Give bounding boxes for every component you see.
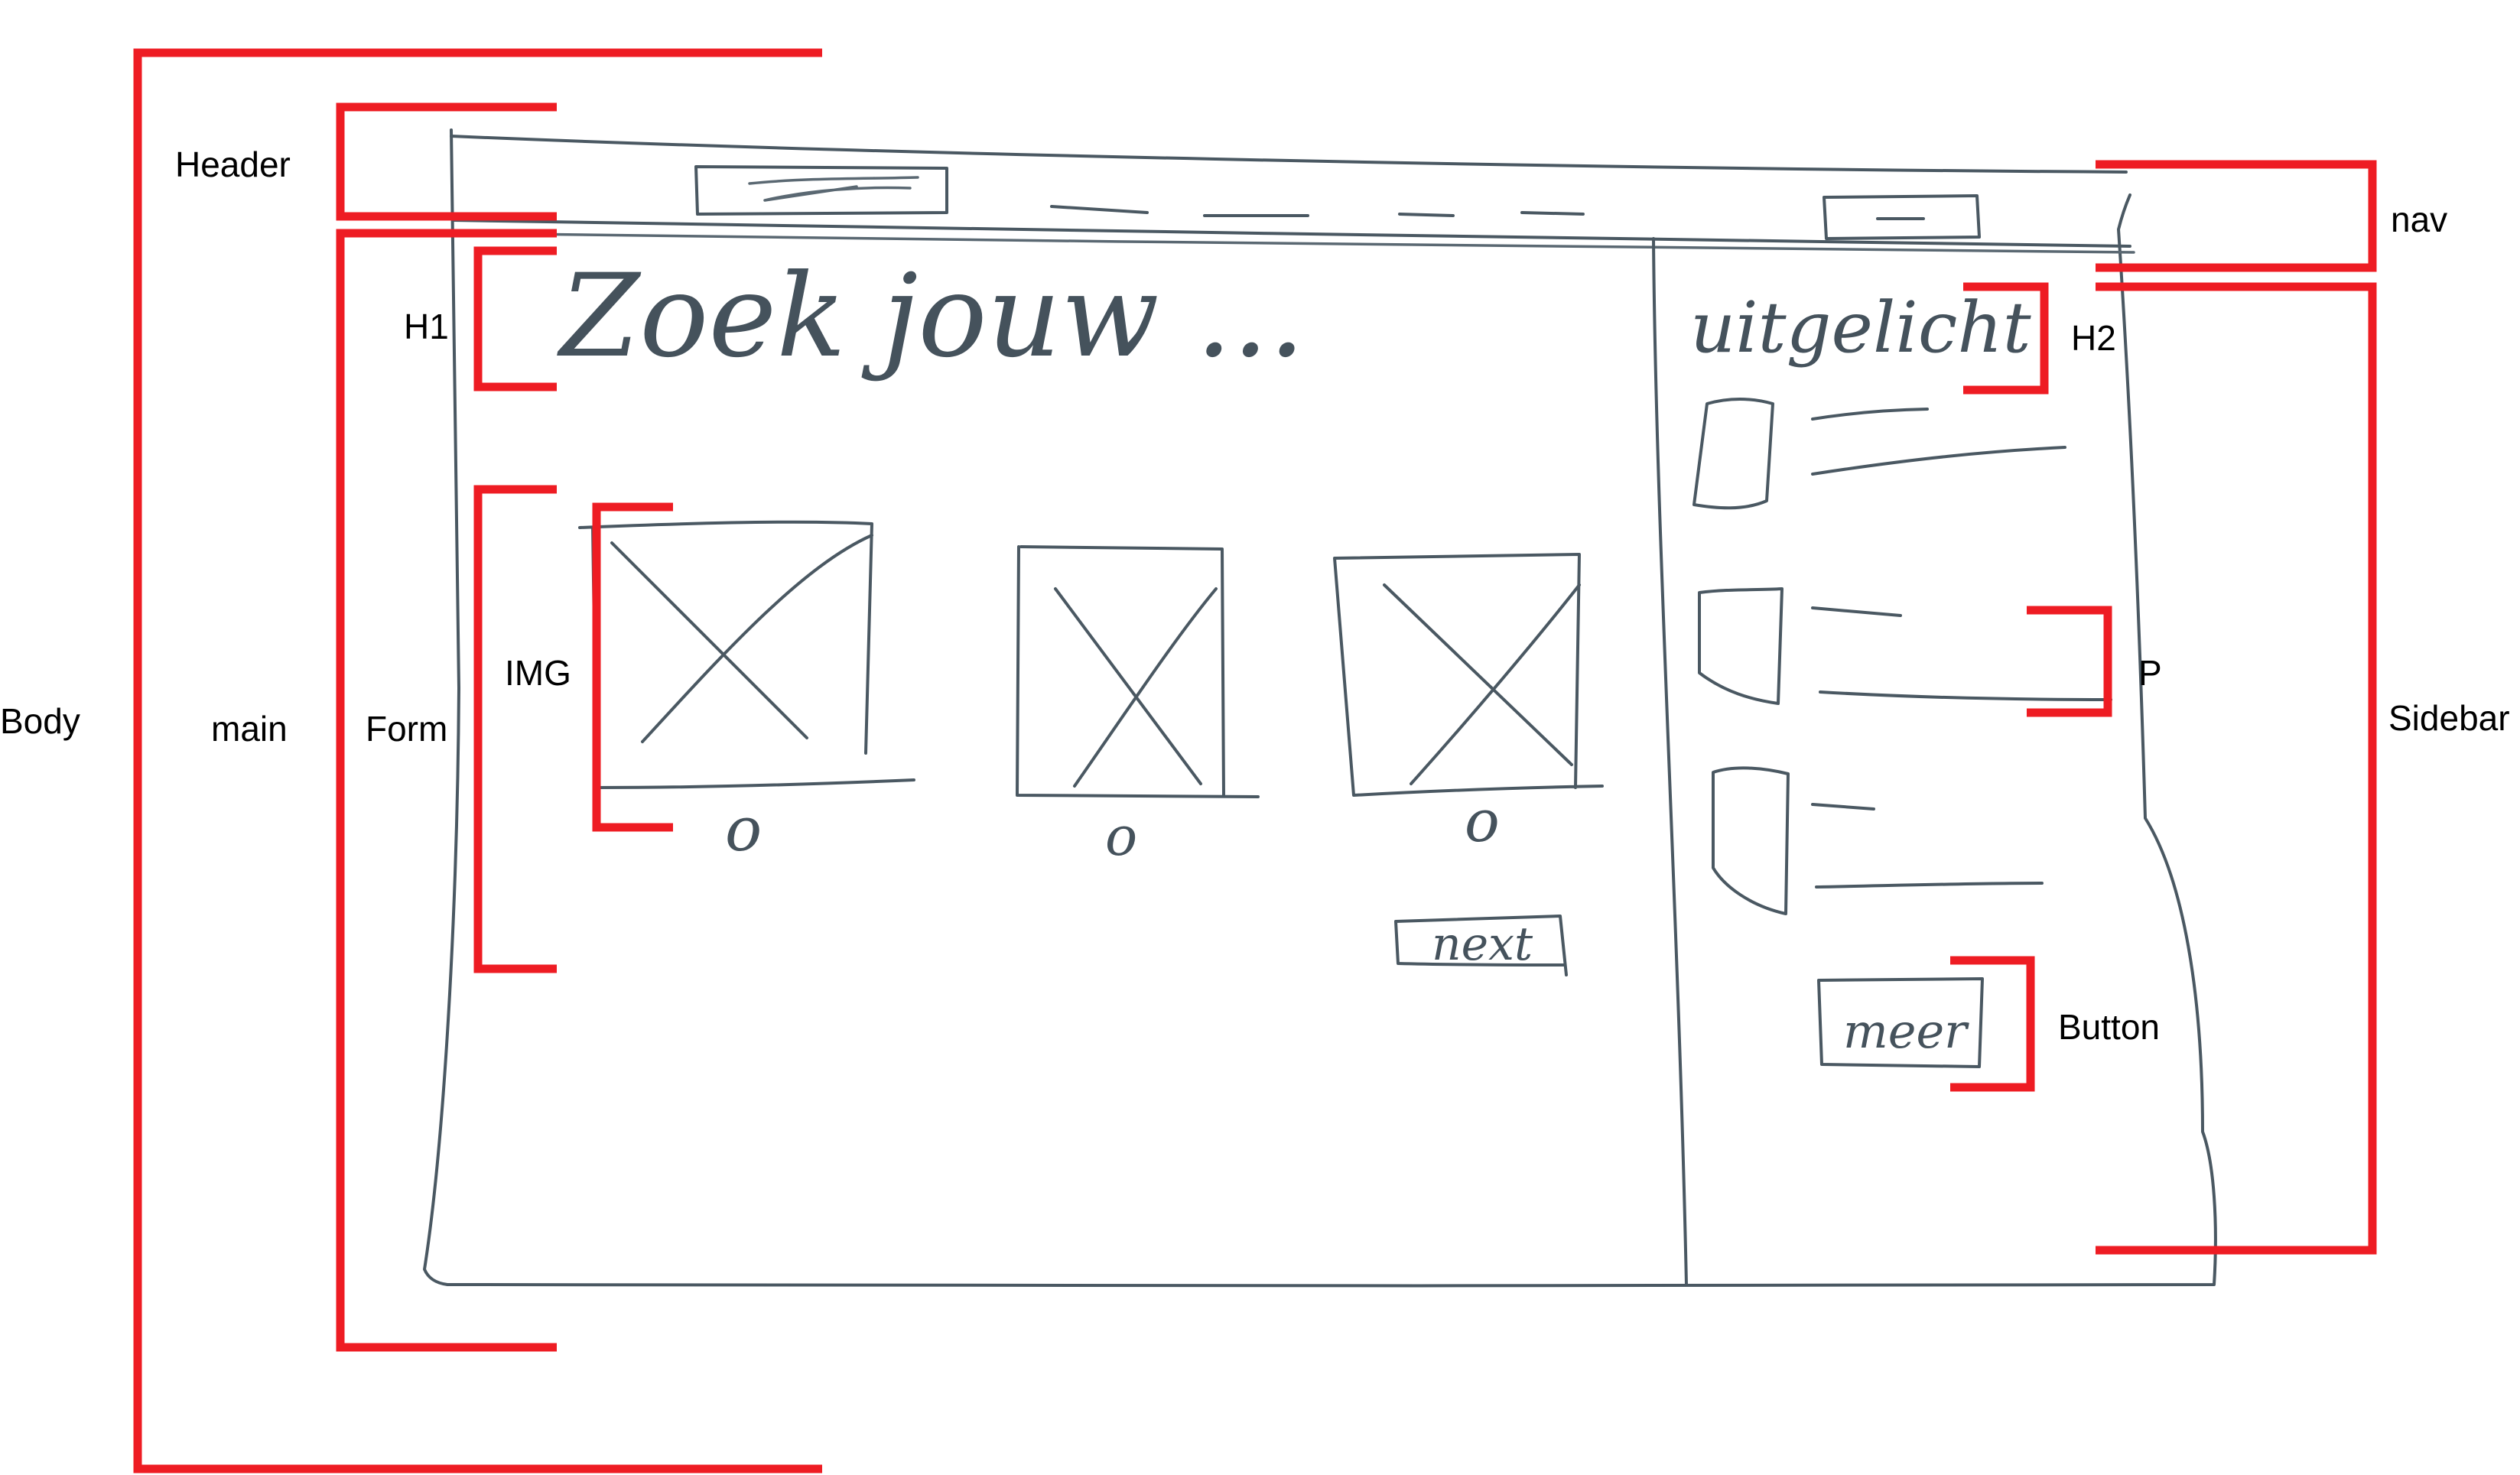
label-main: main: [211, 709, 288, 749]
label-nav: nav: [2391, 200, 2447, 239]
logo-placeholder-mark: [748, 176, 919, 202]
label-h1: H1: [404, 307, 449, 346]
sketch-sidebar-heading: uitgelicht: [1690, 287, 2032, 369]
next-button-label: next: [1432, 918, 1533, 971]
label-form: Form: [366, 709, 447, 749]
sidebar-item-1: [1692, 398, 2066, 510]
wireframe-sketch: Zoek jouw ... o o o next uitgelicht meer: [423, 128, 2217, 1288]
label-p: P: [2138, 653, 2162, 693]
nav-links: [1050, 205, 1585, 217]
radio-mark-3: o: [1465, 787, 1500, 855]
bracket-h1: [473, 246, 557, 391]
bracket-header: [336, 102, 557, 221]
label-img: IMG: [505, 653, 571, 693]
label-sidebar: Sidebar: [2388, 698, 2510, 738]
label-header: Header: [175, 145, 291, 184]
image-placeholder-1: [578, 520, 915, 789]
label-body: Body: [0, 701, 80, 741]
bracket-img: [592, 502, 673, 832]
sidebar-item-3: [1712, 766, 2044, 915]
bracket-main: [336, 229, 557, 1352]
radio-mark-2: o: [1105, 805, 1137, 868]
wireframe-diagram: Zoek jouw ... o o o next uitgelicht meer…: [0, 48, 2510, 1473]
label-h2: H2: [2071, 318, 2116, 358]
more-button-label: meer: [1843, 1003, 1969, 1059]
bracket-form: [473, 485, 557, 973]
bracket-nav: [2096, 160, 2377, 272]
sidebar-divider: [1652, 237, 1688, 1286]
image-placeholder-2: [1016, 545, 1260, 798]
nav-button-placeholder: [1823, 194, 1981, 240]
sketch-heading: Zoek jouw ...: [557, 250, 1305, 383]
image-placeholder-3: [1333, 553, 1604, 797]
bracket-p: [2027, 606, 2112, 717]
label-button: Button: [2058, 1007, 2160, 1047]
bracket-sidebar: [2096, 282, 2377, 1255]
radio-mark-1: o: [725, 794, 762, 865]
